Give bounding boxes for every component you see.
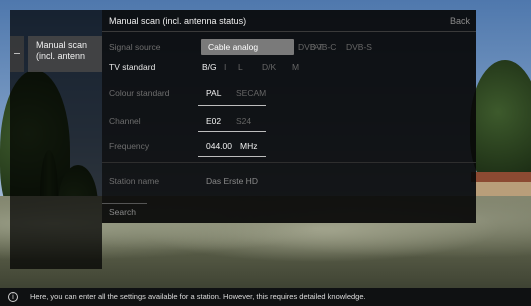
option-dvb-c[interactable]: DVB-C — [310, 42, 336, 52]
option-l[interactable]: L — [238, 62, 243, 72]
station-name-value[interactable]: Das Erste HD — [206, 176, 258, 186]
option-dvb-s[interactable]: DVB-S — [346, 42, 372, 52]
signal-source-label: Signal source — [109, 42, 161, 52]
dialog-title: Manual scan (incl. antenna status) — [109, 16, 247, 26]
info-icon: i — [8, 292, 18, 302]
info-text: Here, you can enter all the settings ava… — [30, 292, 366, 301]
back-button[interactable]: Back — [450, 16, 470, 26]
dash-icon — [14, 53, 20, 54]
option-i[interactable]: I — [224, 62, 226, 72]
channel-value[interactable]: E02 — [206, 116, 221, 126]
menu-item-label: Manual scan — [36, 40, 88, 50]
manual-scan-dialog: Manual scan (incl. antenna status) Back … — [102, 10, 476, 223]
frequency-value[interactable]: 044.00 — [206, 141, 232, 151]
channel-underline — [198, 131, 266, 132]
option-cable-analog[interactable]: Cable analog — [208, 42, 258, 52]
menu-item-label: (incl. antenn — [36, 51, 86, 61]
colour-standard-underline — [198, 105, 266, 106]
tree — [470, 60, 531, 190]
option-secam[interactable]: SECAM — [236, 88, 266, 98]
search-button[interactable]: Search — [109, 207, 136, 217]
option-dk[interactable]: D/K — [262, 62, 276, 72]
channel-alt-value[interactable]: S24 — [236, 116, 251, 126]
channel-label: Channel — [109, 116, 141, 126]
frequency-label: Frequency — [109, 141, 150, 151]
option-pal[interactable]: PAL — [206, 88, 221, 98]
menu-item-manual-scan[interactable]: Manual scan (incl. antenn — [28, 36, 102, 72]
menu-back-marker[interactable] — [10, 36, 24, 72]
frequency-underline — [198, 156, 266, 157]
colour-standard-row: Colour standard PAL SECAM — [102, 84, 476, 102]
frequency-unit: MHz — [240, 141, 258, 151]
station-name-row: Station name Das Erste HD — [102, 172, 476, 190]
colour-standard-label: Colour standard — [109, 88, 170, 98]
channel-row: Channel E02 S24 — [102, 112, 476, 130]
info-bar: i Here, you can enter all the settings a… — [0, 288, 531, 306]
station-name-label: Station name — [109, 176, 160, 186]
divider — [102, 162, 476, 163]
tv-standard-row: TV standard B/G I L D/K M — [102, 58, 476, 76]
option-bg[interactable]: B/G — [202, 62, 217, 72]
option-m[interactable]: M — [292, 62, 299, 72]
tv-standard-label: TV standard — [109, 62, 156, 72]
signal-source-row: Signal source Cable analog DVB-T DVB-C D… — [102, 38, 476, 56]
frequency-row: Frequency 044.00 MHz — [102, 137, 476, 155]
search-focus-bar — [102, 203, 147, 204]
divider — [102, 31, 476, 32]
